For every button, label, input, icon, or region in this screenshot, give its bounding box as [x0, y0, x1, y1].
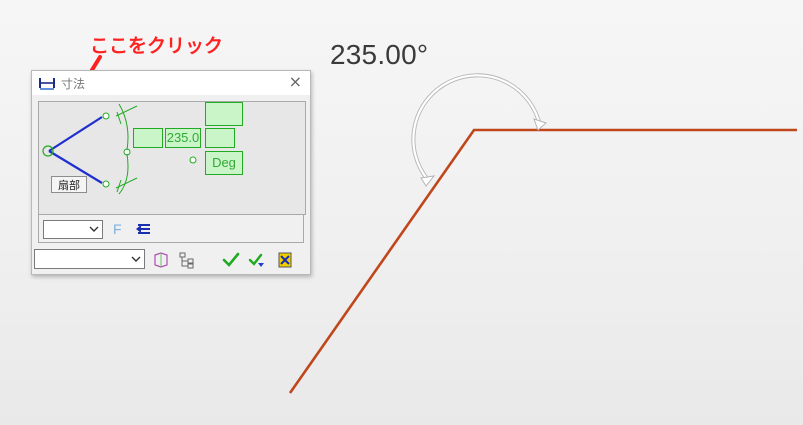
dialog-title: 寸法: [61, 77, 86, 91]
preview-vertex-handle[interactable]: [42, 145, 54, 157]
dimension-dialog: 寸法 × 235.0 Deg 扇部 F: [31, 70, 311, 275]
preview-handle-upper[interactable]: [102, 112, 110, 120]
sector-tooltip: 扇部: [51, 176, 87, 193]
value-field[interactable]: 235.0: [165, 128, 201, 148]
format-f-icon[interactable]: F: [109, 220, 127, 238]
preview-handle-text[interactable]: [189, 156, 197, 164]
part-icon[interactable]: [152, 251, 170, 269]
arc-arrowhead-left: [420, 175, 436, 187]
close-button[interactable]: ×: [289, 74, 302, 90]
exit-icon[interactable]: [276, 251, 294, 269]
angle-dimension-label: 235.00°: [330, 39, 429, 70]
format-dropdown[interactable]: [43, 220, 103, 239]
callout-text: ここをクリック: [90, 35, 224, 57]
tree-icon[interactable]: [178, 251, 196, 269]
chevron-down-icon: [131, 256, 141, 262]
prefix-field[interactable]: [133, 128, 163, 148]
tolerance-top-field[interactable]: [205, 102, 243, 126]
chevron-down-icon: [89, 226, 99, 232]
dialog-titlebar[interactable]: 寸法 ×: [32, 71, 310, 95]
format-row: F: [38, 215, 304, 243]
arc-arrowhead-right: [533, 118, 547, 131]
arrows-icon[interactable]: [135, 220, 153, 238]
svg-text:F: F: [113, 221, 122, 237]
check-apply-icon[interactable]: [248, 251, 266, 269]
dimension-icon: [39, 78, 55, 90]
preview-handle-lower[interactable]: [102, 180, 110, 188]
style-dropdown[interactable]: [34, 249, 145, 269]
preview-angle-line-upper[interactable]: [48, 116, 103, 152]
dimension-preview-panel[interactable]: 235.0 Deg 扇部: [38, 101, 306, 215]
unit-field[interactable]: Deg: [205, 151, 243, 175]
angle-polyline[interactable]: [288, 128, 797, 394]
check-icon[interactable]: [222, 251, 240, 269]
tolerance-field[interactable]: [205, 128, 235, 148]
